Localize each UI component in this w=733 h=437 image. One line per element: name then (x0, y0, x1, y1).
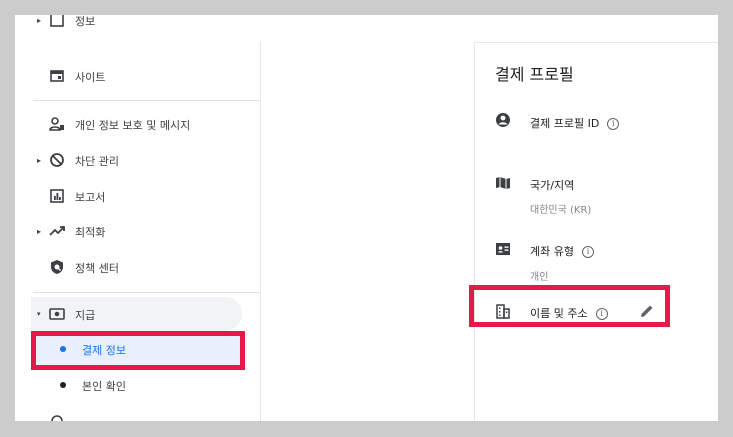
country-label: 국가/지역 (530, 179, 575, 192)
sidebar-item-label: 개인 정보 보호 및 메시지 (75, 119, 191, 132)
sidebar-item-sites[interactable]: 사이트 (15, 59, 242, 93)
sidebar-item-label: 사이트 (75, 71, 106, 84)
sidebar-item-blocking[interactable]: ▸ 차단 관리 (15, 143, 242, 177)
sidebar-nav: ▸ 정보 사이트 개인 정보 보호 및 메시지 ▸ 차단 관리 보고서 ▸ 최적… (15, 15, 260, 421)
expand-arrow-icon[interactable]: ▸ (37, 227, 41, 236)
sidebar-item-optimization[interactable]: ▸ 최적화 (15, 214, 242, 248)
highlight-box (31, 331, 245, 370)
sidebar-divider (33, 100, 260, 101)
sidebar-item-policy-center[interactable]: 정책 센터 (15, 250, 242, 284)
sidebar-item-label: 최적화 (75, 226, 106, 239)
card-title: 결제 프로필 (495, 65, 574, 84)
info-icon[interactable]: i (581, 246, 594, 258)
account-type-label: 계좌 유형 (530, 245, 574, 258)
collapse-arrow-icon[interactable]: ▾ (37, 310, 41, 318)
shield-icon (51, 260, 63, 274)
payment-profile-card: 결제 프로필 결제 프로필 ID i 국가/지역 대한민국 (KR) 계좌 유형 i (474, 42, 718, 421)
sidebar-item-reports[interactable]: 보고서 (15, 179, 242, 213)
expand-arrow-icon[interactable]: ▸ (37, 16, 41, 25)
sidebar-item-partial[interactable]: ▸ 정보 (15, 15, 242, 37)
account-type-value: 개인 (530, 272, 549, 283)
country-value: 대한민국 (KR) (530, 205, 592, 216)
block-icon (50, 153, 64, 167)
info-icon[interactable]: i (607, 118, 620, 130)
trending-icon (49, 226, 65, 236)
contact-card-icon (496, 243, 510, 255)
report-icon (50, 189, 64, 203)
partial-next-icon (51, 415, 63, 421)
sidebar-item-label: 정보 (75, 15, 96, 28)
sidebar-subitem-label: 본인 확인 (82, 380, 126, 393)
sidebar-item-label: 보고서 (75, 191, 106, 204)
sidebar-item-label: 차단 관리 (75, 155, 119, 168)
highlight-box (469, 285, 670, 327)
screenshot-frame: ▸ 정보 사이트 개인 정보 보호 및 메시지 ▸ 차단 관리 보고서 ▸ 최적… (15, 15, 718, 421)
account-type-row: 계좌 유형 i (530, 243, 594, 259)
sidebar-item-label: 정책 센터 (75, 262, 119, 275)
sidebar-item-label: 지급 (75, 309, 96, 322)
account-circle-icon (496, 113, 510, 127)
privacy-icon (49, 117, 64, 131)
sidebar-divider (33, 292, 260, 293)
expand-arrow-icon[interactable]: ▸ (37, 156, 41, 165)
profile-id-label: 결제 프로필 ID (530, 117, 600, 130)
payments-icon (49, 308, 65, 320)
content-divider (260, 42, 261, 421)
sidebar-item-payments[interactable]: ▾ 지급 (15, 297, 242, 331)
square-icon (50, 15, 64, 27)
bullet-icon (60, 382, 66, 388)
profile-id-row: 결제 프로필 ID i (530, 115, 620, 131)
map-icon (496, 177, 510, 189)
sidebar-subitem-identity-verification[interactable]: 본인 확인 (31, 369, 242, 401)
site-icon (50, 70, 64, 82)
sidebar-item-privacy[interactable]: 개인 정보 보호 및 메시지 (15, 107, 242, 141)
